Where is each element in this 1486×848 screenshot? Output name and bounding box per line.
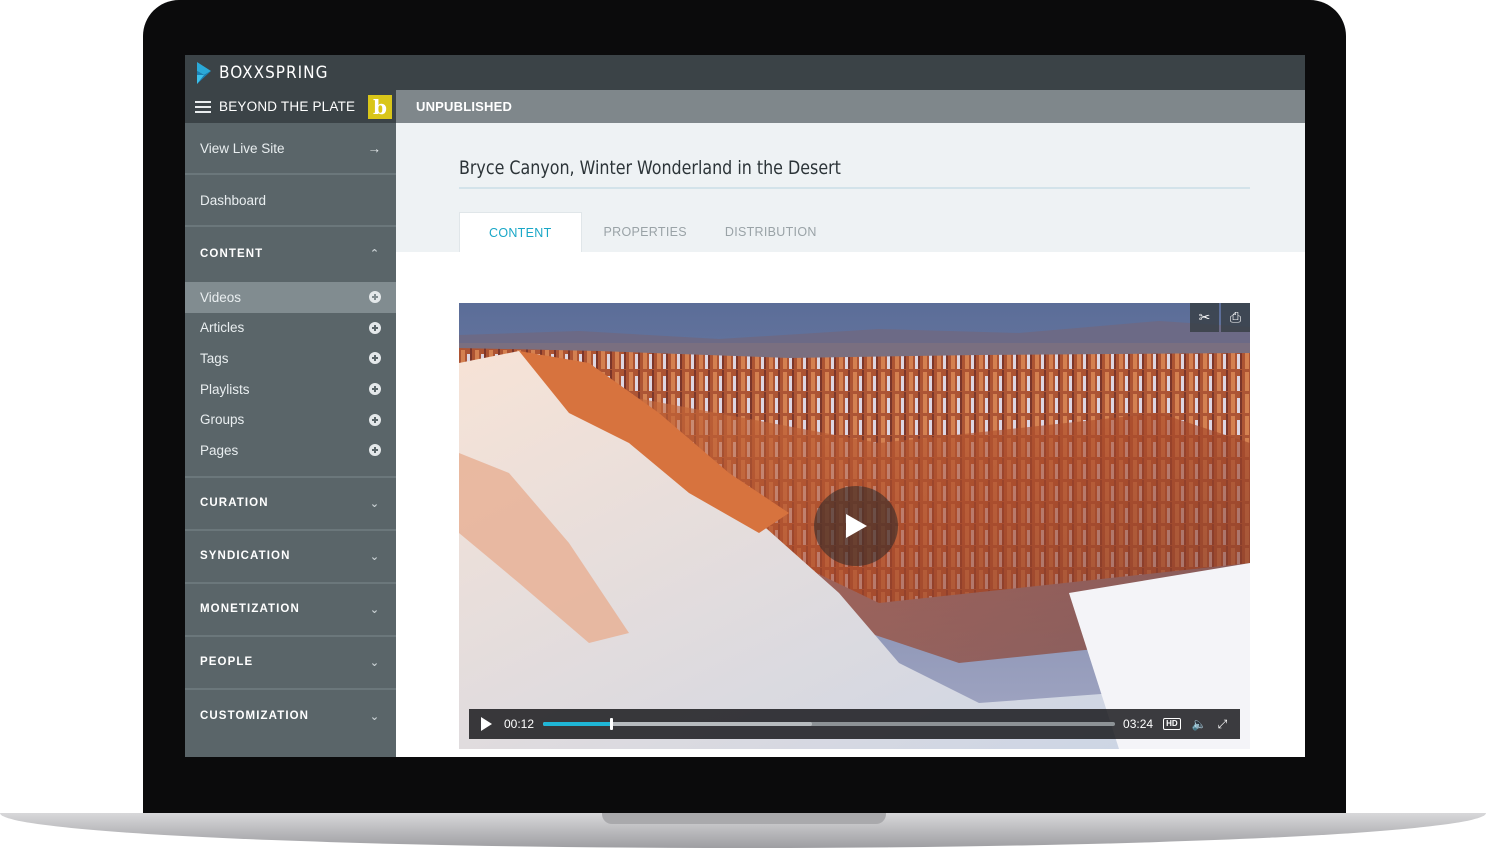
section-monetization[interactable]: MONETIZATION ⌄	[185, 584, 396, 637]
scissors-icon[interactable]: ✂	[1190, 303, 1219, 332]
site-badge: b	[368, 95, 392, 119]
boxxspring-logo-icon	[197, 62, 211, 84]
plus-circle-icon[interactable]	[369, 352, 381, 365]
section-curation[interactable]: CURATION ⌄	[185, 478, 396, 531]
fullscreen-icon[interactable]: ⤢	[1218, 717, 1228, 732]
volume-icon[interactable]: 🔈	[1192, 717, 1207, 731]
main-panel: UNPUBLISHED Bryce Canyon, Winter Wonderl…	[396, 90, 1305, 757]
play-icon	[846, 514, 867, 538]
seek-handle[interactable]	[609, 718, 613, 730]
publish-status: UNPUBLISHED	[416, 99, 513, 114]
sidebar-item-label: Tags	[200, 350, 229, 366]
plus-circle-icon[interactable]	[369, 291, 381, 304]
view-live-site-label: View Live Site	[200, 140, 285, 156]
sidebar-item-playlists[interactable]: Playlists	[185, 374, 396, 405]
section-content-label: CONTENT	[200, 247, 264, 260]
chevron-down-icon: ⌄	[369, 550, 381, 563]
brand[interactable]: BOXXSPRING	[197, 62, 328, 84]
view-live-site-link[interactable]: View Live Site →	[185, 123, 396, 175]
sidebar-item-label: Playlists	[200, 381, 250, 397]
sidebar-item-articles[interactable]: Articles	[185, 313, 396, 344]
sidebar-item-groups[interactable]: Groups	[185, 404, 396, 435]
sidebar-item-label: Videos	[200, 289, 242, 305]
app-topbar: BOXXSPRING	[185, 55, 1305, 90]
app-screen: BOXXSPRING BEYOND THE PLATE b View Live …	[185, 55, 1305, 757]
content-sub-list: Videos Articles Tags Playlists Groups Pa…	[185, 280, 396, 478]
video-tools: ✂ ⎙	[1188, 303, 1250, 332]
chevron-down-icon: ⌄	[369, 497, 381, 510]
video-title-field[interactable]: Bryce Canyon, Winter Wonderland in the D…	[459, 157, 841, 179]
sidebar-item-pages[interactable]: Pages	[185, 435, 396, 466]
tab-distribution[interactable]: DISTRIBUTION	[703, 212, 833, 252]
section-syndication-label: SYNDICATION	[200, 550, 291, 563]
section-curation-label: CURATION	[200, 497, 269, 510]
title-underline	[459, 187, 1250, 189]
site-name: BEYOND THE PLATE	[219, 99, 356, 114]
play-button[interactable]	[814, 486, 898, 566]
chevron-down-icon: ⌄	[369, 603, 381, 616]
plus-circle-icon[interactable]	[369, 413, 381, 426]
sidebar-item-tags[interactable]: Tags	[185, 343, 396, 374]
editor-header: Bryce Canyon, Winter Wonderland in the D…	[396, 123, 1305, 252]
plus-circle-icon[interactable]	[369, 444, 381, 457]
plus-circle-icon[interactable]	[369, 321, 381, 334]
laptop-notch	[602, 813, 886, 824]
sidebar: BEYOND THE PLATE b View Live Site → Dash…	[185, 90, 396, 757]
chevron-down-icon: ⌄	[369, 710, 381, 723]
sidebar-item-label: Pages	[200, 442, 239, 458]
thumbnail-capture-icon[interactable]: ⎙	[1221, 303, 1250, 332]
total-time: 03:24	[1123, 717, 1154, 731]
section-customization-label: CUSTOMIZATION	[200, 710, 310, 723]
arrow-right-icon: →	[367, 140, 382, 156]
play-icon[interactable]	[481, 717, 492, 731]
section-monetization-label: MONETIZATION	[200, 603, 300, 616]
editor-tabs: CONTENT PROPERTIES DISTRIBUTION	[459, 212, 833, 252]
section-customization[interactable]: CUSTOMIZATION ⌄	[185, 690, 396, 743]
video-controls: 00:12 03:24 HD 🔈 ⤢	[469, 709, 1240, 739]
tab-properties[interactable]: PROPERTIES	[582, 212, 703, 252]
progress-fill	[543, 722, 611, 726]
video-player[interactable]: ✂ ⎙ 00:12 03:24 HD 🔈 ⤢	[459, 303, 1250, 749]
sidebar-item-label: Groups	[200, 412, 245, 428]
site-switcher[interactable]: BEYOND THE PLATE b	[185, 90, 396, 123]
sidebar-item-videos[interactable]: Videos	[185, 282, 396, 313]
seek-bar[interactable]	[543, 718, 1116, 730]
hd-toggle[interactable]: HD	[1163, 718, 1181, 730]
dashboard-label: Dashboard	[200, 192, 267, 208]
chevron-up-icon: ⌃	[369, 248, 381, 260]
dashboard-link[interactable]: Dashboard	[185, 175, 396, 227]
brand-name: BOXXSPRING	[219, 63, 329, 83]
section-syndication[interactable]: SYNDICATION ⌄	[185, 531, 396, 584]
section-people-label: PEOPLE	[200, 656, 254, 669]
section-people[interactable]: PEOPLE ⌄	[185, 637, 396, 690]
publish-status-bar: UNPUBLISHED	[396, 90, 1305, 123]
section-content[interactable]: CONTENT ⌃	[185, 227, 396, 280]
chevron-down-icon: ⌄	[369, 656, 381, 669]
current-time: 00:12	[504, 717, 535, 731]
hamburger-icon[interactable]	[195, 100, 211, 113]
plus-circle-icon[interactable]	[369, 383, 381, 396]
tab-content[interactable]: CONTENT	[459, 212, 582, 252]
sidebar-item-label: Articles	[200, 320, 245, 336]
